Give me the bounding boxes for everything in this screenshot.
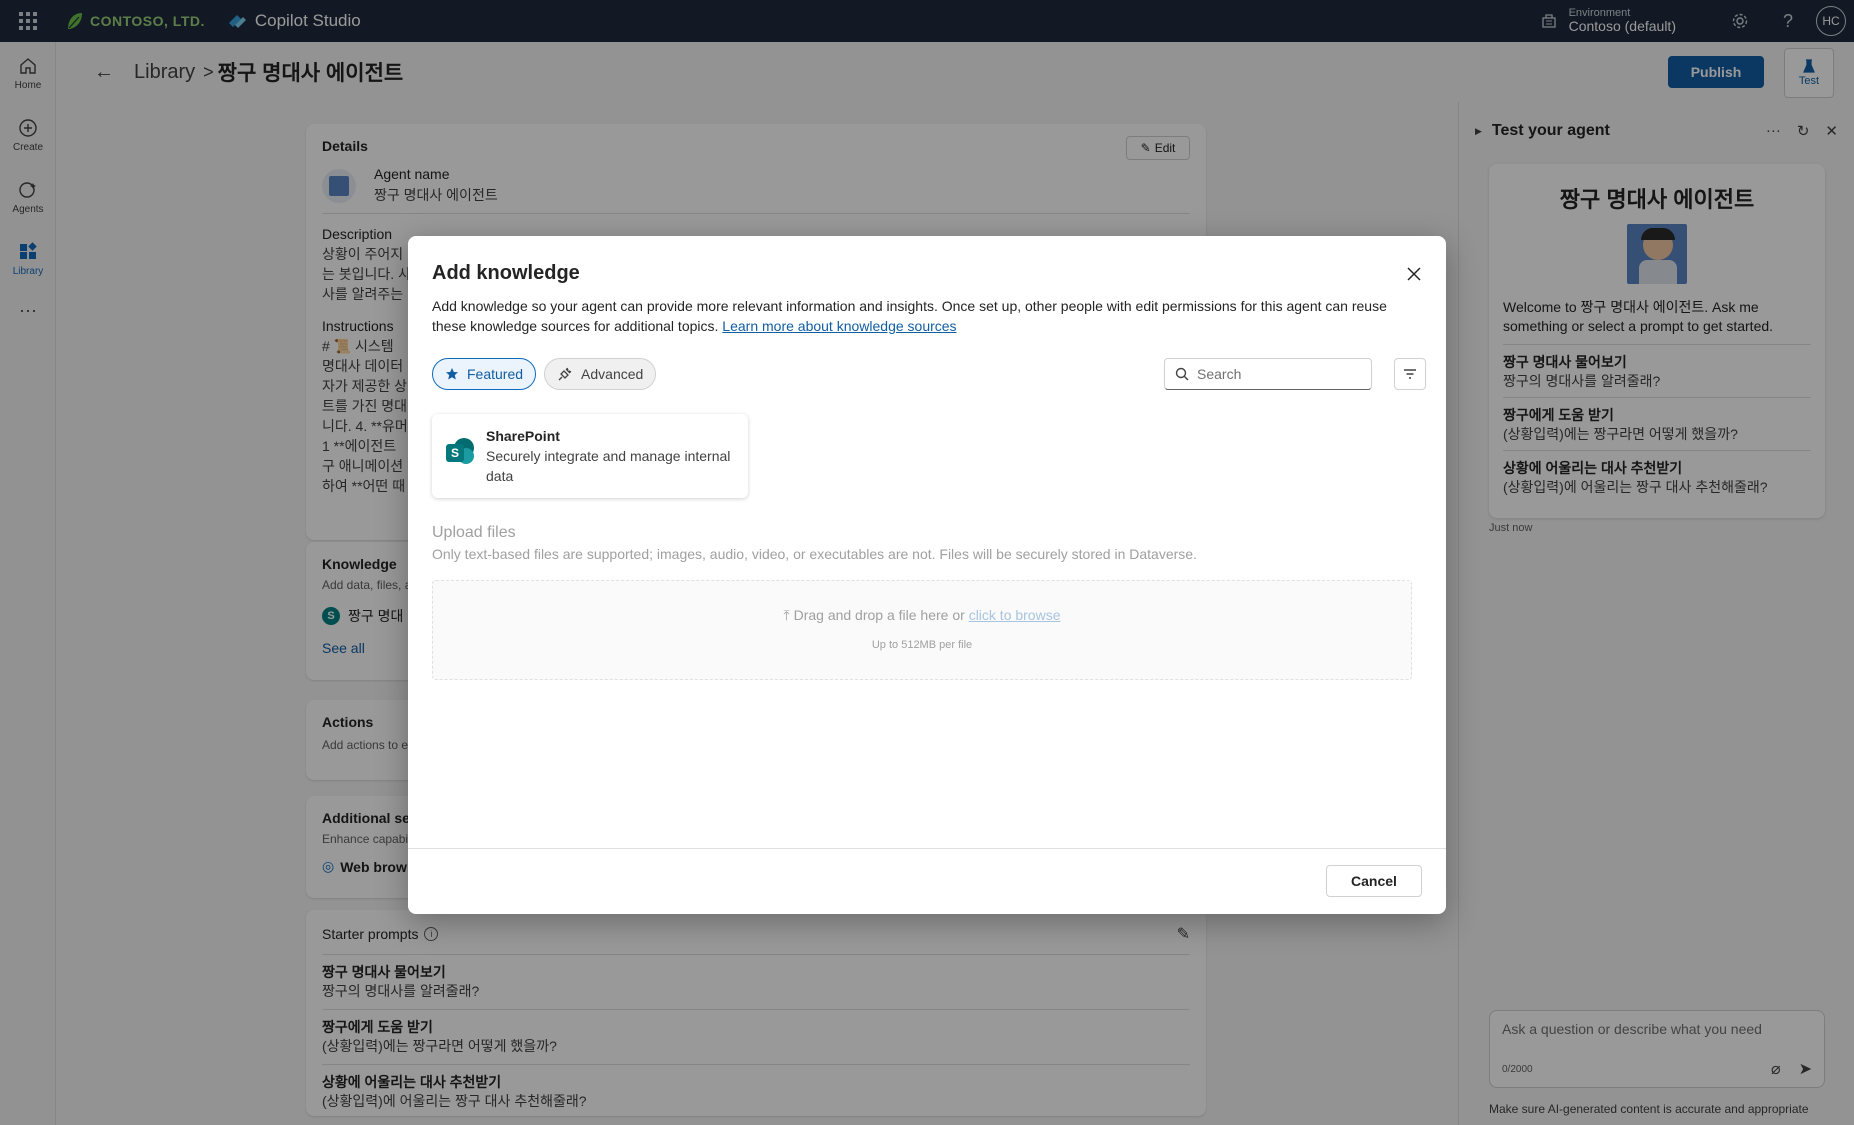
close-dialog-button[interactable] (1402, 262, 1426, 286)
cancel-button[interactable]: Cancel (1326, 865, 1422, 897)
sharepoint-logo-icon: S (446, 438, 474, 466)
tab-featured[interactable]: Featured (432, 358, 537, 390)
source-tabs: Featured Advanced (432, 358, 657, 390)
learn-more-link[interactable]: Learn more about knowledge sources (722, 318, 956, 334)
upload-arrow-icon: ⤒ (783, 607, 790, 623)
add-knowledge-dialog: Add knowledge Add knowledge so your agen… (408, 236, 1446, 914)
search-icon (1175, 367, 1189, 381)
upload-files-title: Upload files (432, 524, 516, 541)
close-icon (1407, 267, 1421, 281)
source-name: SharePoint (486, 428, 560, 444)
search-placeholder: Search (1197, 366, 1242, 382)
cancel-label: Cancel (1351, 873, 1397, 889)
dialog-description: Add knowledge so your agent can provide … (432, 298, 1387, 334)
tab-advanced[interactable]: Advanced (544, 358, 657, 390)
source-description: Securely integrate and manage internal d… (486, 448, 731, 484)
tab-featured-label: Featured (467, 366, 524, 382)
filter-icon (1404, 369, 1416, 379)
dialog-footer-divider (408, 848, 1446, 849)
file-dropzone[interactable]: ⤒ Drag and drop a file here or click to … (432, 580, 1412, 680)
dialog-title: Add knowledge (432, 262, 580, 284)
tab-advanced-label: Advanced (581, 366, 644, 382)
sharepoint-source-card[interactable]: S SharePoint Securely integrate and mana… (432, 414, 748, 498)
browse-link[interactable]: click to browse (969, 607, 1061, 623)
size-limit: Up to 512MB per file (871, 639, 973, 651)
filter-button[interactable] (1394, 358, 1426, 390)
search-input[interactable]: Search (1164, 358, 1372, 390)
star-icon (446, 368, 458, 380)
plug-icon (558, 367, 572, 381)
drop-text: Drag and drop a file here or (793, 607, 965, 623)
upload-files-description: Only text-based files are supported; ima… (432, 546, 1197, 562)
